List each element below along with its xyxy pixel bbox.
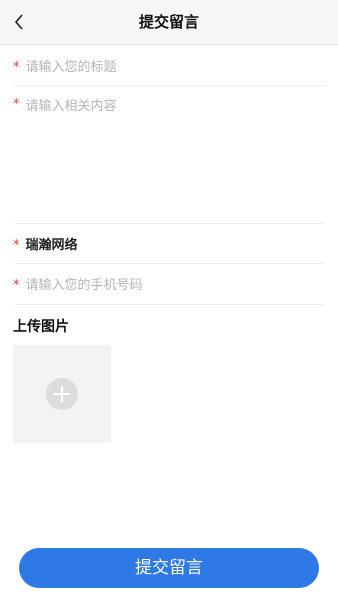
required-mark: * xyxy=(13,237,20,253)
nav-header: 提交留言 xyxy=(0,0,338,45)
submit-button[interactable]: 提交留言 xyxy=(19,548,319,588)
phone-row: * 请输入您的手机号码 xyxy=(13,263,325,305)
page-title: 提交留言 xyxy=(138,13,199,31)
content-textarea[interactable]: * 请输入相关内容 xyxy=(13,85,325,223)
title-field[interactable]: * 请输入您的标题 xyxy=(13,45,325,85)
required-mark: * xyxy=(13,59,20,75)
upload-image-button[interactable] xyxy=(13,345,111,443)
content-textarea-placeholder: 请输入相关内容 xyxy=(25,99,117,114)
plus-circle-icon xyxy=(46,378,78,410)
company-value: 瑞瀚网络 xyxy=(25,237,78,253)
upload-label: 上传图片 xyxy=(13,319,69,335)
required-mark: * xyxy=(13,97,20,112)
title-row: * 请输入您的标题 xyxy=(13,45,325,86)
title-input-placeholder: 请输入您的标题 xyxy=(25,59,117,75)
phone-input-placeholder: 请输入您的手机号码 xyxy=(25,278,143,293)
company-field[interactable]: * 瑞瀚网络 xyxy=(13,223,325,263)
required-mark: * xyxy=(13,278,20,293)
phone-field[interactable]: * 请输入您的手机号码 xyxy=(13,263,325,304)
content-row: * 请输入相关内容 xyxy=(13,85,325,224)
company-row: * 瑞瀚网络 xyxy=(13,223,325,264)
